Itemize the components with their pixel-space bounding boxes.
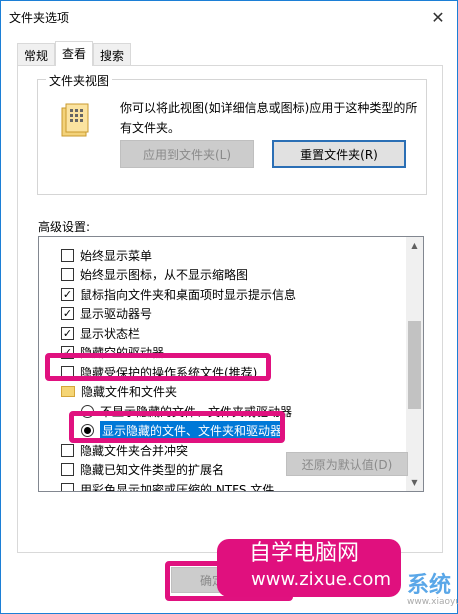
list-item[interactable]: ✓ 显示状态栏 xyxy=(61,323,423,343)
checkbox-checked-icon[interactable]: ✓ xyxy=(61,326,74,340)
checkbox-icon[interactable] xyxy=(61,482,74,491)
tab-view[interactable]: 查看 xyxy=(55,41,94,66)
list-item[interactable]: 始终显示菜单 xyxy=(61,245,423,265)
list-item[interactable]: ✓ 显示驱动器号 xyxy=(61,304,423,324)
highlight-show-hidden xyxy=(69,411,285,443)
list-scrollbar[interactable]: ▲ ▼ xyxy=(406,237,423,491)
tab-search[interactable]: 搜索 xyxy=(93,43,132,66)
checkbox-checked-icon[interactable]: ✓ xyxy=(61,307,74,320)
highlight-protected-files xyxy=(45,353,271,381)
list-item-label: 始终显示图标，从不显示缩略图 xyxy=(80,268,249,282)
tab-general[interactable]: 常规 xyxy=(17,43,56,66)
advanced-settings-label: 高级设置: xyxy=(38,220,91,234)
restore-defaults-button[interactable]: 还原为默认值(D) xyxy=(286,452,408,476)
checkbox-icon[interactable] xyxy=(61,443,74,457)
view-tab-panel: 文件夹视图 你可以将此视图(如详细信息或图标)应用于这种类型的所有文件夹。 应用… xyxy=(17,65,443,553)
watermark-corner-url: www.xiaoyu.net xyxy=(407,597,458,607)
list-item[interactable]: 始终显示图标，从不显示缩略图 xyxy=(61,265,423,285)
list-item[interactable]: 用彩色显示加密或压缩的 NTFS 文件 xyxy=(61,479,423,492)
list-item-label: 鼠标指向文件夹和桌面项时显示提示信息 xyxy=(80,287,297,302)
folder-icon xyxy=(61,386,75,397)
list-item-label: 用彩色显示加密或压缩的 NTFS 文件 xyxy=(80,482,275,492)
scroll-thumb[interactable] xyxy=(408,321,421,409)
window-title: 文件夹选项 xyxy=(9,11,70,25)
list-item-label: 显示驱动器号 xyxy=(80,307,153,321)
apply-to-folders-button[interactable]: 应用到文件夹(L) xyxy=(120,140,254,168)
list-item: 隐藏文件和文件夹 xyxy=(61,382,423,402)
folder-view-icon xyxy=(61,103,89,137)
folder-view-group: 文件夹视图 你可以将此视图(如详细信息或图标)应用于这种类型的所有文件夹。 应用… xyxy=(37,72,427,195)
watermark: 自学电脑网 www.zixue.com 系统 www.xiaoyu.net xyxy=(211,519,458,614)
checkbox-icon[interactable] xyxy=(61,268,74,281)
close-icon[interactable]: ✕ xyxy=(425,5,451,29)
folder-view-legend: 文件夹视图 xyxy=(46,72,113,89)
tab-strip: 常规 查看 搜索 xyxy=(17,41,132,66)
folder-view-description: 你可以将此视图(如详细信息或图标)应用于这种类型的所有文件夹。 xyxy=(120,101,418,135)
watermark-url: www.zixue.com xyxy=(251,569,391,590)
scroll-up-icon[interactable]: ▲ xyxy=(406,237,423,254)
watermark-corner: 系统 xyxy=(407,573,452,598)
scroll-down-icon[interactable]: ▼ xyxy=(406,474,423,491)
list-item[interactable]: ✓ 鼠标指向文件夹和桌面项时显示提示信息 xyxy=(61,284,423,304)
reset-folders-button[interactable]: 重置文件夹(R) xyxy=(272,140,406,168)
list-item-label: 显示状态栏 xyxy=(80,326,141,341)
list-item-label: 隐藏文件和文件夹 xyxy=(81,385,178,399)
checkbox-icon[interactable] xyxy=(61,248,74,262)
checkbox-icon[interactable] xyxy=(61,463,74,476)
checkbox-checked-icon[interactable]: ✓ xyxy=(61,287,74,301)
list-item-label: 隐藏文件夹合并冲突 xyxy=(80,443,189,458)
list-item-label: 始终显示菜单 xyxy=(80,248,153,263)
list-item-label: 隐藏已知文件类型的扩展名 xyxy=(80,463,225,477)
title-bar[interactable]: 文件夹选项 ✕ xyxy=(1,1,457,33)
folder-options-window: 文件夹选项 ✕ 常规 查看 搜索 文件夹视图 你可以将此视图(如详细信息或图标)… xyxy=(0,0,458,614)
